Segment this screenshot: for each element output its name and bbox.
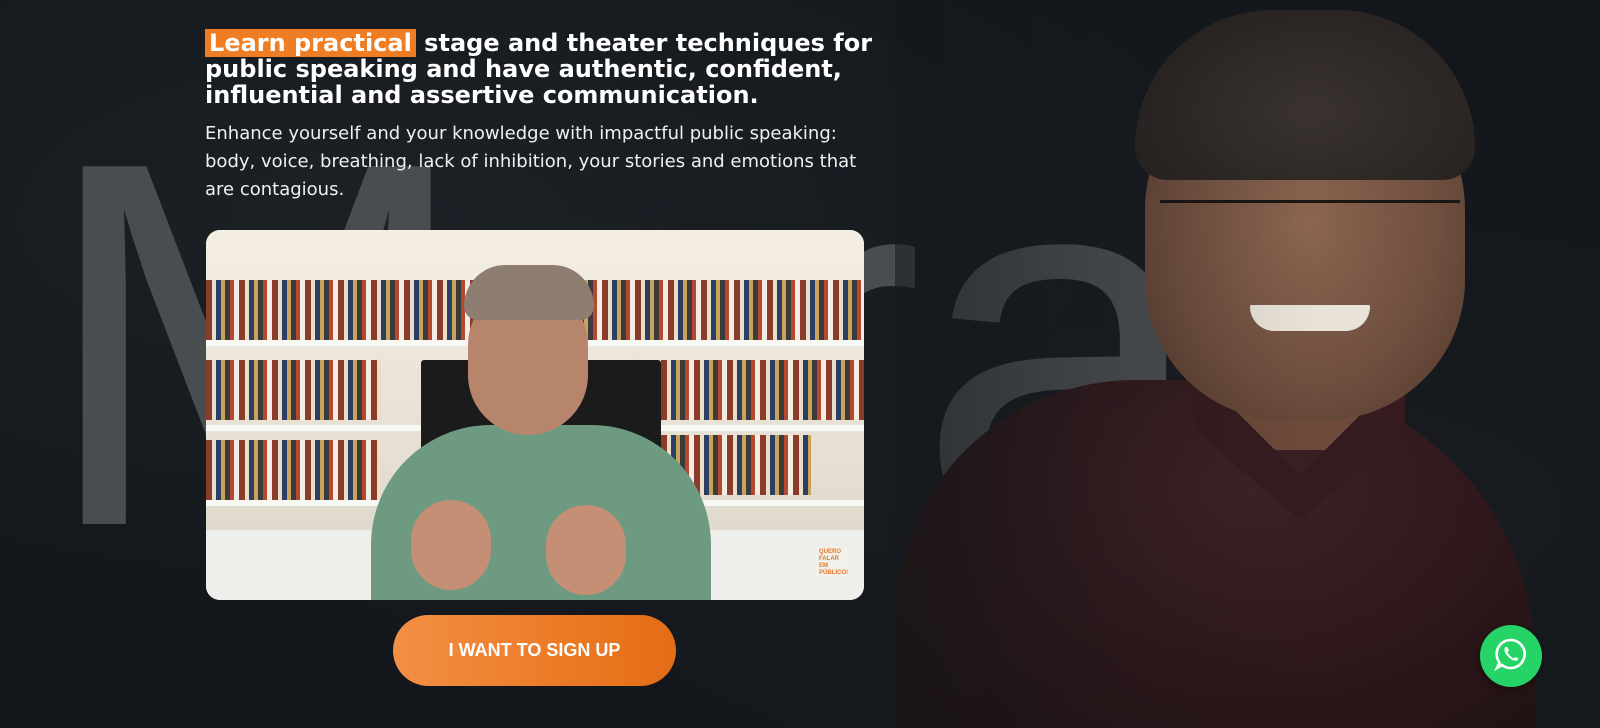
hero-subtext: Enhance yourself and your knowledge with…	[205, 123, 857, 200]
presenter-photo	[895, 0, 1600, 728]
intro-video[interactable]: QUERO FALAR EM PÚBLICO!	[206, 230, 864, 600]
whatsapp-button[interactable]	[1480, 625, 1542, 687]
whatsapp-icon	[1493, 636, 1529, 676]
signup-button[interactable]: I WANT TO SIGN UP	[393, 615, 676, 686]
video-logo-badge: QUERO FALAR EM PÚBLICO!	[816, 546, 850, 578]
headline-highlight: Learn practical	[205, 29, 416, 57]
hero-content: Learn practical stage and theater techni…	[205, 29, 885, 204]
hero-headline: Learn practical stage and theater techni…	[205, 29, 885, 108]
